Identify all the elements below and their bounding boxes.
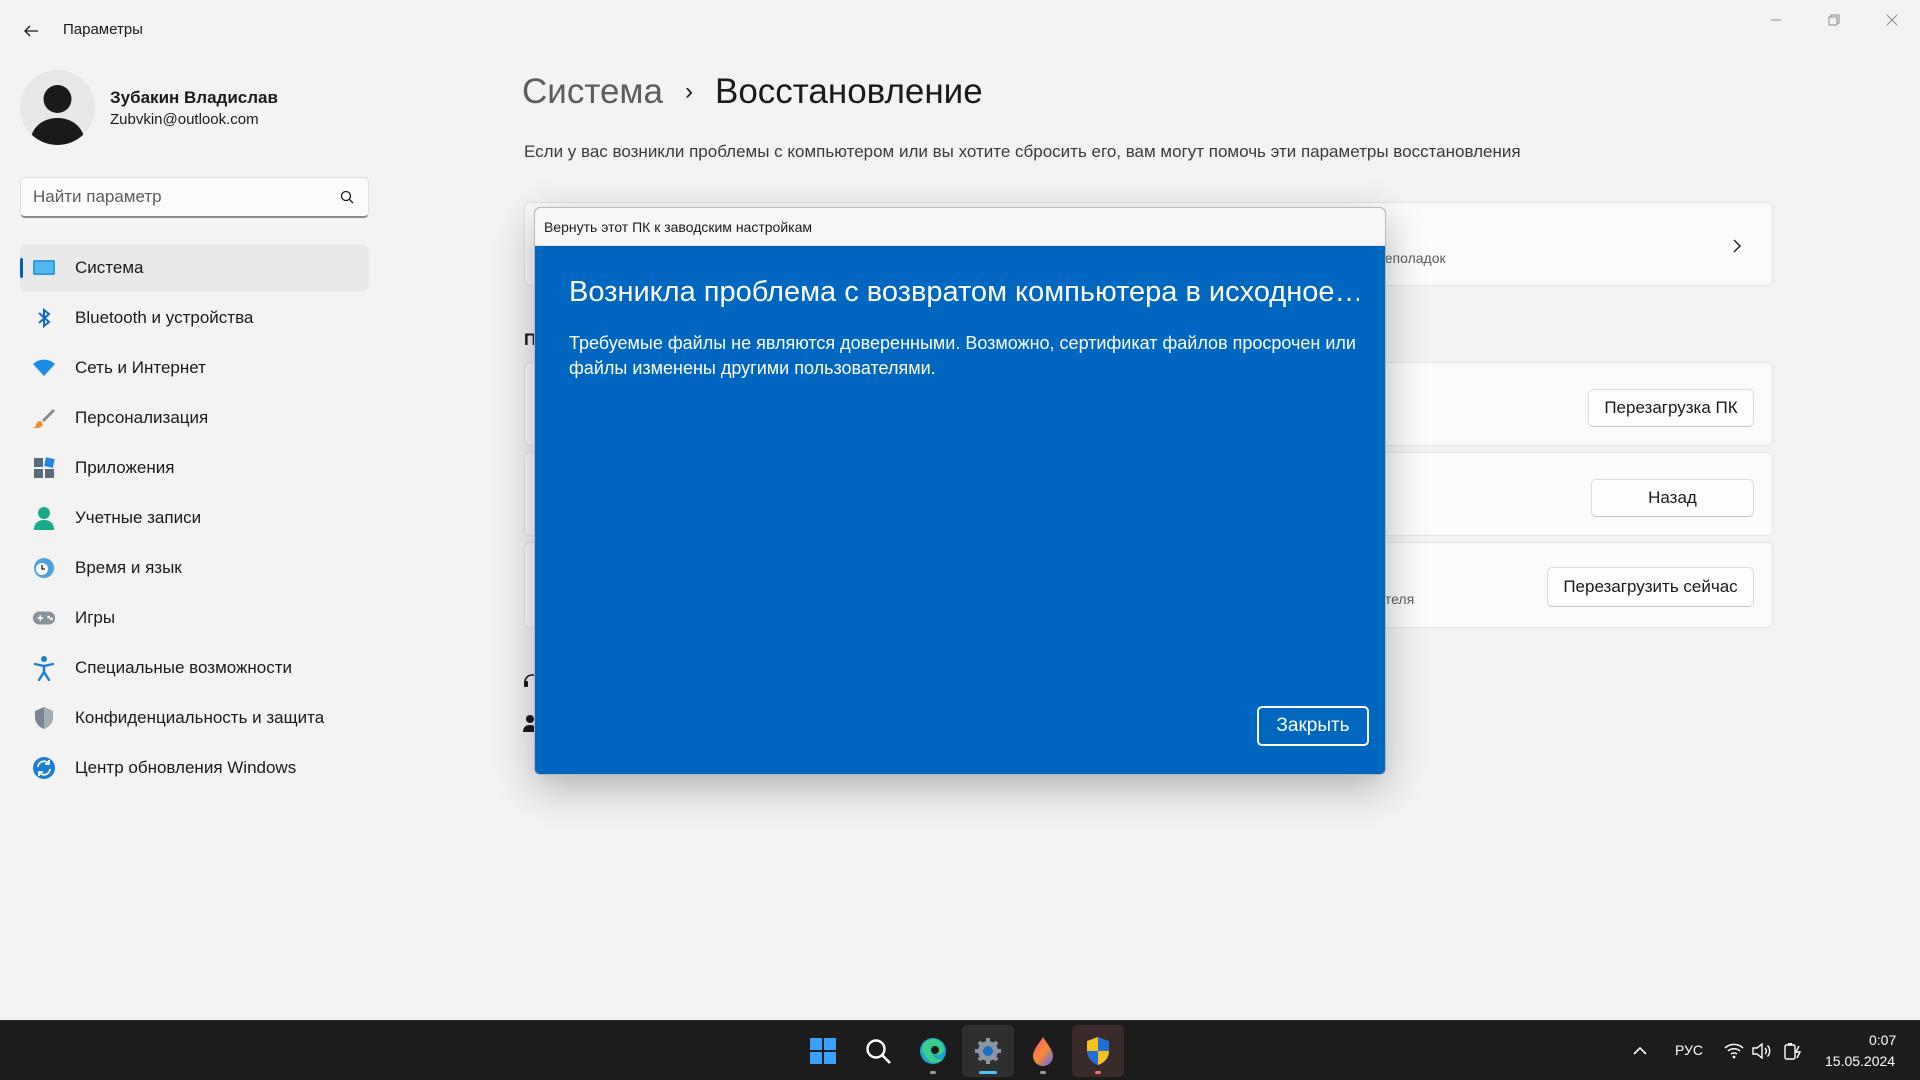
- back-button[interactable]: [14, 14, 48, 48]
- app-title: Параметры: [63, 21, 143, 38]
- sidebar-item-label: Центр обновления Windows: [75, 758, 297, 777]
- sidebar-item-accessibility[interactable]: Специальные возможности: [20, 645, 369, 691]
- taskbar-edge-button[interactable]: [907, 1025, 959, 1077]
- sidebar-item-label: Персонализация: [75, 408, 209, 427]
- search-box[interactable]: [20, 177, 369, 218]
- sidebar-item-personalization[interactable]: Персонализация: [20, 395, 369, 441]
- profile-name: Зубакин Владислав: [110, 88, 278, 107]
- sidebar-item-privacy[interactable]: Конфиденциальность и защита: [20, 695, 369, 741]
- taskbar-defender-button[interactable]: [1072, 1025, 1124, 1077]
- reset-error-dialog: Вернуть этот ПК к заводским настройкам В…: [534, 207, 1386, 775]
- battery-tray-button[interactable]: [1783, 1041, 1805, 1061]
- accessibility-icon: [32, 656, 56, 681]
- attention-indicator: [1095, 1071, 1101, 1074]
- show-hidden-icons-button[interactable]: [1629, 1041, 1651, 1061]
- sidebar-item-windows-update[interactable]: Центр обновления Windows: [20, 745, 369, 791]
- apps-icon: [32, 456, 56, 480]
- sidebar-item-system[interactable]: Система: [20, 245, 369, 291]
- restore-icon: [1828, 14, 1840, 26]
- running-indicator: [930, 1071, 936, 1074]
- sidebar-item-label: Конфиденциальность и защита: [75, 708, 325, 727]
- restart-now-button[interactable]: Перезагрузить сейчас: [1547, 567, 1754, 607]
- close-window-button[interactable]: [1864, 0, 1920, 40]
- minimize-button[interactable]: [1748, 0, 1804, 40]
- sidebar-item-label: Система: [75, 258, 144, 277]
- search-input[interactable]: [33, 187, 333, 207]
- dialog-message: Требуемые файлы не являются доверенными.…: [569, 333, 1356, 378]
- start-icon: [810, 1038, 836, 1064]
- input-language[interactable]: РУС: [1675, 1042, 1703, 1058]
- system-icon: [32, 256, 56, 280]
- chevron-right-icon: ›: [684, 78, 693, 105]
- defender-shield-icon: [1087, 1037, 1109, 1065]
- dialog-title: Вернуть этот ПК к заводским настройкам: [544, 219, 812, 235]
- chevron-right-icon: [1733, 239, 1741, 253]
- clock-globe-icon: [32, 556, 56, 580]
- card-subtitle: неполадок: [1377, 250, 1446, 266]
- active-indicator: [979, 1071, 997, 1074]
- gamepad-icon: [32, 606, 56, 630]
- search-icon: [866, 1039, 891, 1064]
- profile-email: Zubvkin@outlook.com: [110, 111, 259, 128]
- restore-button[interactable]: [1806, 0, 1862, 40]
- dialog-close-button[interactable]: Закрыть: [1257, 706, 1369, 746]
- clock-time[interactable]: 0:07: [1869, 1032, 1896, 1048]
- sidebar-item-label: Bluetooth и устройства: [75, 308, 254, 327]
- reset-pc-button[interactable]: Перезагрузка ПК: [1588, 389, 1754, 427]
- taskbar-search-button[interactable]: [852, 1025, 904, 1077]
- breadcrumb-parent[interactable]: Система: [522, 72, 663, 112]
- dialog-heading: Возникла проблема с возвратом компьютера…: [569, 276, 1359, 308]
- sidebar-item-apps[interactable]: Приложения: [20, 445, 369, 491]
- start-button[interactable]: [797, 1025, 849, 1077]
- minimize-icon: [1771, 19, 1781, 21]
- sidebar-item-accounts[interactable]: Учетные записи: [20, 495, 369, 541]
- volume-icon: [1752, 1043, 1771, 1059]
- sidebar-item-bluetooth[interactable]: Bluetooth и устройства: [20, 295, 369, 341]
- clock-date[interactable]: 15.05.2024: [1825, 1053, 1895, 1069]
- volume-tray-button[interactable]: [1751, 1041, 1773, 1061]
- taskbar-paint-button[interactable]: [1017, 1025, 1069, 1077]
- go-back-button[interactable]: Назад: [1591, 479, 1754, 517]
- sidebar-item-label: Приложения: [75, 458, 175, 477]
- wifi-tray-button[interactable]: [1723, 1041, 1745, 1061]
- dialog-body: Возникла проблема с возвратом компьютера…: [535, 246, 1385, 774]
- shield-icon: [32, 706, 56, 730]
- sidebar-item-label: Время и язык: [75, 558, 182, 577]
- bluetooth-icon: [32, 306, 56, 330]
- settings-icon: [975, 1038, 1001, 1064]
- dialog-title-bar: Вернуть этот ПК к заводским настройкам: [535, 208, 1385, 246]
- sidebar-item-network[interactable]: Сеть и Интернет: [20, 345, 369, 391]
- page-title: Восстановление: [714, 72, 983, 111]
- title-bar: Параметры: [0, 0, 1920, 58]
- account-icon: [32, 506, 56, 530]
- paint-drop-icon: [1033, 1037, 1053, 1066]
- breadcrumb: Система › Восстановление: [522, 72, 983, 112]
- wifi-icon: [32, 356, 56, 380]
- battery-charging-icon: [1784, 1043, 1802, 1060]
- sidebar-item-time-language[interactable]: Время и язык: [20, 545, 369, 591]
- sidebar-item-gaming[interactable]: Игры: [20, 595, 369, 641]
- search-icon: [340, 190, 354, 204]
- running-indicator: [1040, 1071, 1046, 1074]
- update-icon: [32, 756, 56, 780]
- brush-icon: [32, 406, 56, 430]
- avatar-person-icon: [20, 70, 95, 145]
- sidebar-item-label: Игры: [75, 608, 116, 627]
- close-icon: [1886, 14, 1898, 26]
- arrow-left-icon: [24, 25, 38, 37]
- sidebar-nav: Система Bluetooth и устройства Сеть и Ин…: [20, 245, 369, 795]
- chevron-up-icon: [1633, 1046, 1647, 1055]
- sidebar-item-label: Учетные записи: [75, 508, 202, 527]
- taskbar-settings-button[interactable]: [962, 1025, 1014, 1077]
- avatar: [20, 70, 95, 145]
- sidebar-item-label: Специальные возможности: [75, 658, 293, 677]
- taskbar: РУС 0:07 15.05.2024: [0, 1020, 1920, 1080]
- wifi-icon: [1724, 1043, 1744, 1059]
- page-description: Если у вас возникли проблемы с компьютер…: [524, 142, 1521, 161]
- edge-icon: [920, 1038, 946, 1064]
- sidebar-item-label: Сеть и Интернет: [75, 358, 206, 377]
